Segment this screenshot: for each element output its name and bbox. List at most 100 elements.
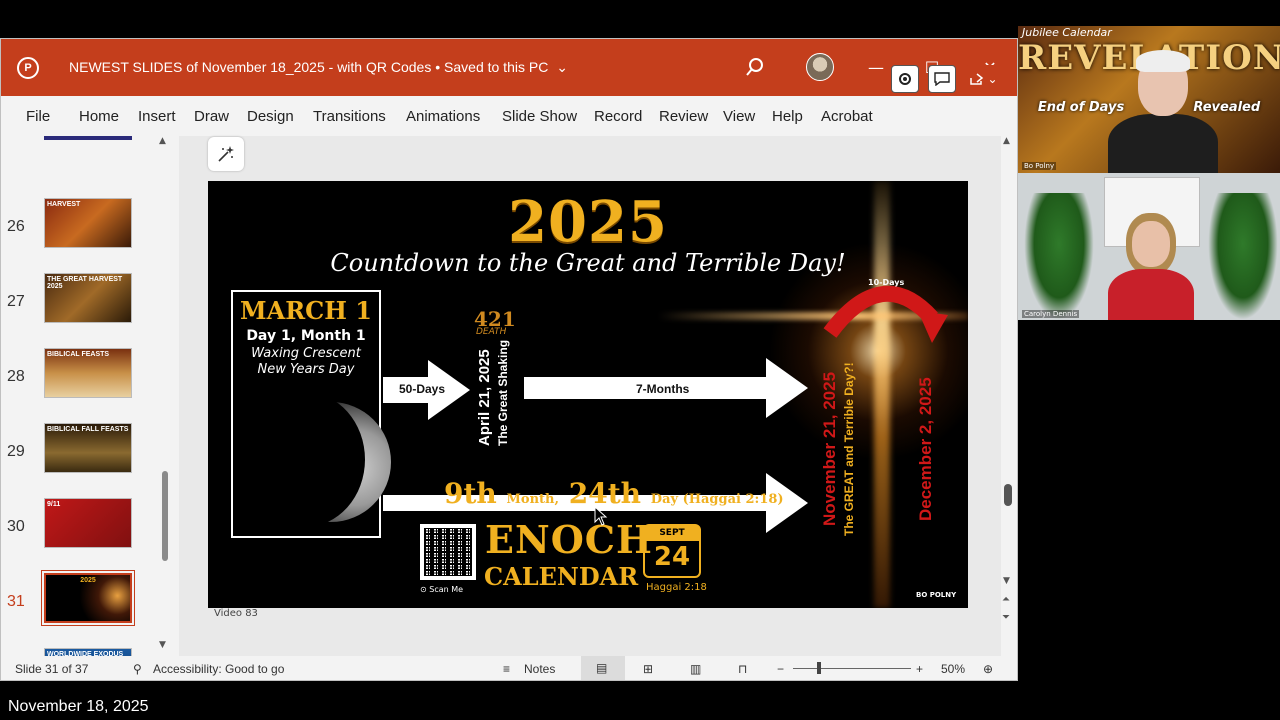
thumbnail-partial[interactable]	[44, 136, 132, 140]
zoom-slider[interactable]	[793, 668, 911, 669]
search-icon[interactable]	[745, 57, 765, 77]
tab-review[interactable]: Review	[659, 108, 708, 125]
thumbnail-item[interactable]: 32 WORLDWIDE EXODUS	[1, 648, 177, 656]
slide-thumbnails-pane: 26 HARVEST 27 THE GREAT HARVEST 2025 28 …	[1, 136, 177, 656]
scroll-up-icon[interactable]: ▲	[1003, 136, 1010, 146]
great-shaking: The Great Shaking	[496, 339, 510, 446]
ribbon-tabs: File Home Insert Draw Design Transitions…	[1, 96, 1017, 136]
scroll-down-icon[interactable]: ▼	[1003, 576, 1010, 586]
thumbnail-item[interactable]: 26 HARVEST	[1, 198, 177, 258]
tab-home[interactable]: Home	[79, 108, 119, 125]
zoom-out-icon[interactable]: −	[777, 662, 784, 676]
scrollbar-thumb[interactable]	[162, 471, 168, 561]
thumbnail-item-selected[interactable]: 31 2025	[1, 570, 177, 633]
arrow-7-months-label: 7-Months	[636, 382, 690, 396]
december-date: December 2, 2025	[916, 377, 935, 521]
tab-design[interactable]: Design	[247, 108, 294, 125]
thumbnails-scrollbar[interactable]: ▲ ▼	[159, 136, 171, 651]
comments-button[interactable]	[928, 65, 956, 93]
tab-file[interactable]: File	[26, 108, 50, 125]
thumbnail-image: WORLDWIDE EXODUS	[44, 648, 132, 656]
tab-insert[interactable]: Insert	[138, 108, 176, 125]
minimize-icon[interactable]: —	[861, 53, 891, 81]
record-button[interactable]	[891, 65, 919, 93]
march-box: MARCH 1 Day 1, Month 1 Waxing Crescent N…	[231, 290, 391, 538]
notes-button[interactable]: Notes	[524, 662, 555, 676]
participant-name: Bo Polny	[1022, 162, 1057, 170]
guest-video	[1108, 213, 1194, 320]
moon-shadow	[245, 392, 365, 527]
chevron-down-icon[interactable]: ⌄	[556, 59, 568, 76]
comment-icon	[934, 72, 950, 86]
thumbnail-item[interactable]: 29 BIBLICAL FALL FEASTS	[1, 423, 177, 483]
scrollbar-thumb[interactable]	[1004, 484, 1012, 506]
fit-to-window-icon[interactable]: ⊕	[983, 662, 993, 676]
thumbnail-image: HARVEST	[44, 198, 132, 248]
tab-draw[interactable]: Draw	[194, 108, 229, 125]
plant-right	[1208, 193, 1278, 320]
thumbnail-item[interactable]: 30 9/11	[1, 498, 177, 558]
tab-view[interactable]: View	[723, 108, 755, 125]
haggai-reference: Haggai 2:18	[646, 582, 707, 593]
footer-date: November 18, 2025	[8, 698, 149, 715]
thumbnail-item[interactable]: 27 THE GREAT HARVEST 2025	[1, 273, 177, 333]
zoom-slider-handle[interactable]	[817, 662, 821, 674]
participant-name: Carolyn Dennis	[1022, 310, 1080, 318]
save-status: Saved to this PC	[444, 59, 549, 75]
zoom-level[interactable]: 50%	[941, 662, 965, 676]
slideshow-icon[interactable]: ⊓	[738, 662, 747, 676]
share-button[interactable]: ⌄	[965, 65, 1003, 93]
scroll-down-icon[interactable]: ▼	[159, 640, 166, 650]
slide-counter[interactable]: Slide 31 of 37	[15, 662, 88, 676]
tab-record[interactable]: Record	[594, 108, 642, 125]
tab-slide-show[interactable]: Slide Show	[502, 108, 577, 125]
thumbnail-image: BIBLICAL FEASTS	[44, 348, 132, 398]
screen: P NEWEST SLIDES of November 18_2025 - wi…	[0, 0, 1280, 720]
thumbnail-image: 9/11	[44, 498, 132, 548]
previous-slide-icon[interactable]: ⏶	[1002, 594, 1010, 605]
next-slide-icon[interactable]: ⏷	[1002, 612, 1010, 623]
tab-animations[interactable]: Animations	[406, 108, 480, 125]
notes-icon[interactable]: ≡	[503, 662, 510, 676]
avatar[interactable]	[806, 53, 834, 81]
arrow-head	[766, 358, 808, 418]
status-bar: Slide 31 of 37 ⚲ Accessibility: Good to …	[1, 656, 1017, 680]
ten-days-label: 10-Days	[868, 278, 905, 287]
april-date: April 21, 2025	[476, 349, 493, 446]
document-name: NEWEST SLIDES of November 18_2025 - with…	[69, 59, 432, 75]
reading-view-icon[interactable]: ▥	[690, 662, 701, 676]
slide-31[interactable]: 2025 Countdown to the Great and Terrible…	[208, 181, 968, 608]
tab-transitions[interactable]: Transitions	[313, 108, 386, 125]
mouse-cursor-icon	[594, 506, 608, 526]
zoom-in-icon[interactable]: +	[916, 662, 923, 676]
tab-help[interactable]: Help	[772, 108, 803, 125]
accessibility-icon[interactable]: ⚲	[133, 662, 142, 676]
calendar-icon: SEPT 24	[643, 524, 701, 578]
scroll-up-icon[interactable]: ▲	[159, 136, 166, 146]
sparkle-wand-icon	[218, 146, 234, 162]
thumbnail-image: BIBLICAL FALL FEASTS	[44, 423, 132, 473]
thumbnail-image: THE GREAT HARVEST 2025	[44, 273, 132, 323]
designer-button[interactable]	[208, 137, 244, 171]
scan-me-label: ⊙ Scan Me	[420, 585, 464, 594]
canvas-scrollbar[interactable]: ▲ ▼ ⏶ ⏷	[1001, 136, 1015, 631]
qr-code	[420, 524, 476, 580]
video-label: Video 83	[214, 608, 258, 619]
great-day-text: The GREAT and Terrible Day?!	[842, 362, 856, 536]
ninth-month-text: 9th Month, 24th Day (Haggai 2:18)	[444, 477, 784, 510]
document-title[interactable]: NEWEST SLIDES of November 18_2025 - with…	[69, 59, 568, 76]
thumbnail-image: 2025	[41, 570, 135, 626]
thumbnail-item[interactable]: 28 BIBLICAL FEASTS	[1, 348, 177, 408]
plant-left	[1024, 193, 1094, 320]
accessibility-status[interactable]: Accessibility: Good to go	[153, 662, 284, 676]
video-tile-guest[interactable]: Carolyn Dennis	[1018, 173, 1280, 320]
enoch-title: ENOCH	[485, 517, 653, 562]
tab-acrobat[interactable]: Acrobat	[821, 108, 873, 125]
slide-sorter-icon[interactable]: ⊞	[643, 662, 653, 676]
slide-year: 2025	[508, 189, 668, 255]
normal-view-button[interactable]: ▤	[581, 656, 625, 680]
video-tile-presenter[interactable]: Jubilee Calendar REVELATION End of Days …	[1018, 26, 1280, 173]
calendar-title: CALENDAR	[484, 562, 639, 591]
presenter-video	[1108, 50, 1218, 173]
powerpoint-icon[interactable]: P	[17, 57, 39, 79]
